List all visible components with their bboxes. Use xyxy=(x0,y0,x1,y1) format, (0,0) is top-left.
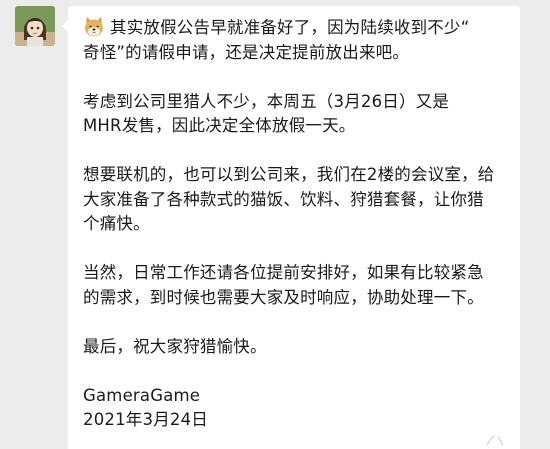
paragraph-text: 其实放假公告早就准备好了，因为陆续收到不少“ 奇怪”的请假申请，还是决定提前放出… xyxy=(83,18,470,62)
signature-date: 2021年3月24日 xyxy=(83,410,208,429)
chat-window: 其实放假公告早就准备好了，因为陆续收到不少“ 奇怪”的请假申请，还是决定提前放出… xyxy=(0,0,550,449)
avatar-anime-girl-icon xyxy=(15,6,55,46)
message-paragraph: 当然，日常工作还请各位提前安排好，如果有比较紧急 的需求，到时候也需要大家及时响… xyxy=(83,263,484,307)
avatar[interactable] xyxy=(15,6,55,46)
scrollbar-track[interactable] xyxy=(541,0,549,449)
message-bubble[interactable]: 其实放假公告早就准备好了，因为陆续收到不少“ 奇怪”的请假申请，还是决定提前放出… xyxy=(62,6,520,449)
text-cursor-icon xyxy=(486,436,504,446)
message-paragraph: 其实放假公告早就准备好了，因为陆续收到不少“ 奇怪”的请假申请，还是决定提前放出… xyxy=(83,16,508,65)
message-paragraph: 想要联机的，也可以到公司来，我们在2楼的会议室，给 大家准备了各种款式的猫饭、饮… xyxy=(83,165,495,233)
signature-name: GameraGame xyxy=(83,385,201,405)
message-content: 其实放假公告早就准备好了，因为陆续收到不少“ 奇怪”的请假申请，还是决定提前放出… xyxy=(83,16,508,433)
message-paragraph: 最后，祝大家狩猎愉快。 xyxy=(83,336,267,356)
doge-emoji-icon xyxy=(85,17,103,37)
message-paragraph: 考虑到公司里猎人不少，本周五（3月26日）又是 MHR发售，因此决定全体放假一天… xyxy=(83,91,450,136)
